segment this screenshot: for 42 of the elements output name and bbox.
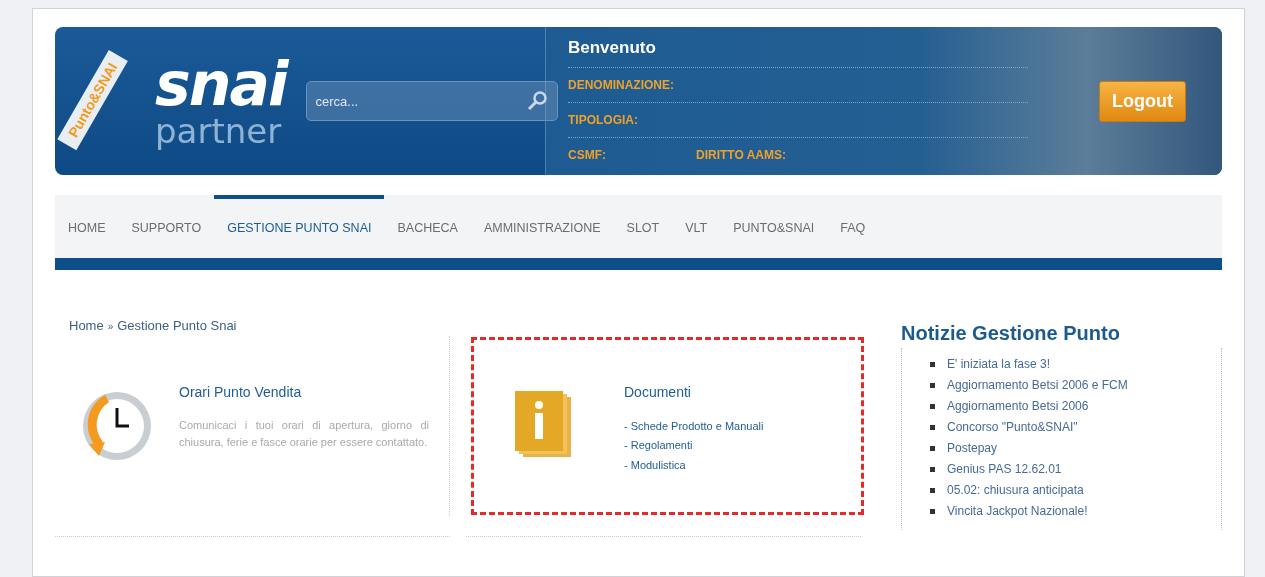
bullet-icon xyxy=(930,425,935,430)
news-link[interactable]: Aggiornamento Betsi 2006 xyxy=(947,396,1089,417)
bullet-icon xyxy=(930,488,935,493)
bullet-icon xyxy=(930,509,935,514)
nav-tab[interactable]: SLOT xyxy=(613,195,673,258)
document-link[interactable]: - Modulistica xyxy=(624,456,845,476)
breadcrumb-separator: » xyxy=(107,321,114,332)
search-icon[interactable] xyxy=(526,90,549,112)
bullet-icon xyxy=(930,404,935,409)
news-link[interactable]: 05.02: chiusura anticipata xyxy=(947,480,1084,501)
welcome-title: Benvenuto xyxy=(568,35,1028,68)
bullet-icon xyxy=(930,467,935,472)
field-label: CSMF: xyxy=(568,146,606,164)
nav-tab[interactable]: HOME xyxy=(55,195,119,258)
news-link[interactable]: Vincita Jackpot Nazionale! xyxy=(947,501,1088,522)
card-title: Orari Punto Vendita xyxy=(179,382,303,402)
nav-tab[interactable]: AMMINISTRAZIONE xyxy=(470,195,614,258)
bullet-icon xyxy=(930,362,935,367)
breadcrumb-current: Gestione Punto Snai xyxy=(117,318,237,333)
field-label: DENOMINAZIONE: xyxy=(568,76,674,94)
breadcrumb-link[interactable]: Home xyxy=(69,318,104,333)
nav-tab[interactable]: FAQ xyxy=(827,195,879,258)
field-label: DIRITTO AAMS: xyxy=(696,146,786,164)
bullet-icon xyxy=(930,383,935,388)
field-label: TIPOLOGIA: xyxy=(568,111,638,129)
nav-tab[interactable]: VLT xyxy=(672,195,721,258)
nav-tab[interactable]: SUPPORTO xyxy=(118,195,215,258)
document-link[interactable]: - Regolamenti xyxy=(624,436,845,457)
logo-subtitle: partner xyxy=(155,114,283,148)
news-link[interactable]: Concorso "Punto&SNAI" xyxy=(947,417,1078,438)
document-link[interactable]: - Schede Prodotto e Manuali xyxy=(624,416,845,437)
card-title: Documenti xyxy=(624,382,692,402)
news-link[interactable]: E' iniziata la fase 3! xyxy=(947,354,1050,375)
news-link[interactable]: Postepay xyxy=(947,438,998,459)
news-title: Notizie Gestione Punto xyxy=(901,321,1121,346)
bullet-icon xyxy=(930,446,935,451)
news-link[interactable]: Aggiornamento Betsi 2006 e FCM xyxy=(947,375,1128,396)
nav-tab[interactable]: PUNTO&SNAI xyxy=(720,195,828,258)
nav-tab[interactable]: BACHECA xyxy=(384,195,471,258)
nav-tab[interactable]: GESTIONE PUNTO SNAI xyxy=(214,195,385,258)
news-link[interactable]: Genius PAS 12.62.01 xyxy=(947,459,1062,480)
logo-text: snai xyxy=(155,54,287,114)
